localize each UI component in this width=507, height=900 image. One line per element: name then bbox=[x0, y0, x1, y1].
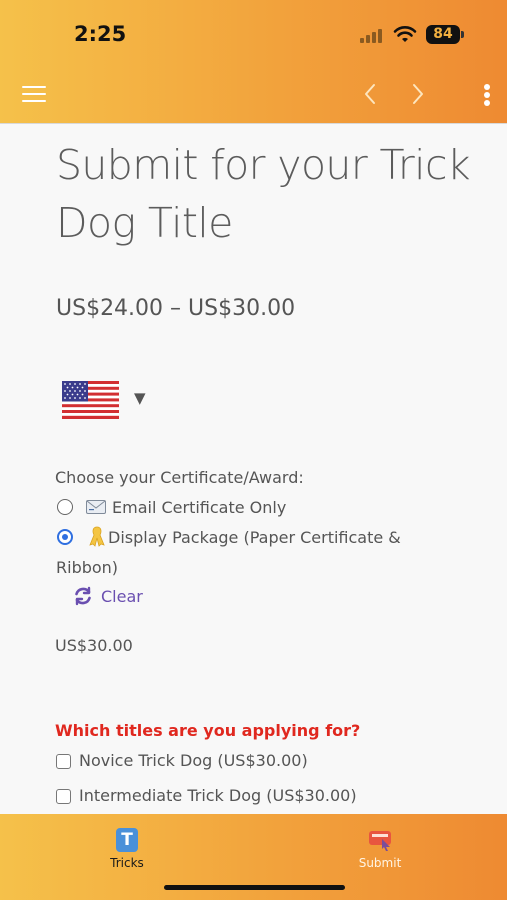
intermediate-trick-dog-checkbox[interactable] bbox=[56, 789, 71, 804]
forward-arrow-icon[interactable] bbox=[408, 82, 428, 106]
wifi-icon bbox=[393, 26, 417, 42]
menu-icon[interactable] bbox=[22, 84, 46, 104]
tab-tricks[interactable]: T Tricks bbox=[67, 814, 187, 884]
novice-trick-dog-checkbox[interactable] bbox=[56, 754, 71, 769]
status-time: 2:25 bbox=[74, 22, 127, 46]
clear-label: Clear bbox=[101, 587, 143, 606]
envelope-icon bbox=[86, 493, 106, 523]
back-arrow-icon[interactable] bbox=[360, 82, 380, 106]
selected-price: US$30.00 bbox=[55, 636, 133, 655]
email-certificate-label: Email Certificate Only bbox=[112, 498, 287, 517]
price-range: US$24.00 – US$30.00 bbox=[56, 296, 296, 321]
tab-submit-label: Submit bbox=[358, 856, 402, 870]
tricks-icon: T bbox=[116, 828, 138, 852]
cellular-signal-icon bbox=[360, 27, 386, 43]
email-certificate-radio[interactable] bbox=[57, 499, 73, 515]
page-title: Submit for your Trick Dog Title bbox=[56, 141, 471, 247]
clear-button[interactable]: Clear bbox=[73, 586, 143, 606]
battery-indicator: 84 bbox=[426, 25, 460, 44]
titles-heading: Which titles are you applying for? bbox=[55, 721, 361, 740]
more-options-icon[interactable] bbox=[481, 82, 493, 108]
tab-submit[interactable]: Submit bbox=[320, 814, 440, 884]
display-package-option[interactable]: Display Package (Paper Certificate & Rib… bbox=[56, 523, 436, 583]
novice-trick-dog-label[interactable]: Novice Trick Dog (US$30.00) bbox=[79, 751, 308, 770]
tab-tricks-label: Tricks bbox=[110, 856, 144, 870]
display-package-label: Display Package (Paper Certificate & Rib… bbox=[56, 528, 401, 577]
intermediate-trick-dog-label[interactable]: Intermediate Trick Dog (US$30.00) bbox=[79, 786, 357, 805]
certificate-label: Choose your Certificate/Award: bbox=[55, 468, 304, 487]
us-flag-icon[interactable] bbox=[62, 381, 119, 419]
top-app-bar: 2:25 84 bbox=[0, 0, 507, 124]
currency-dropdown-icon[interactable]: ▼ bbox=[134, 389, 146, 407]
battery-tip bbox=[461, 31, 464, 38]
home-indicator bbox=[164, 885, 345, 890]
refresh-icon bbox=[75, 586, 91, 606]
ribbon-icon bbox=[89, 526, 105, 547]
submit-icon bbox=[369, 831, 391, 851]
email-certificate-option[interactable]: Email Certificate Only bbox=[86, 493, 286, 523]
